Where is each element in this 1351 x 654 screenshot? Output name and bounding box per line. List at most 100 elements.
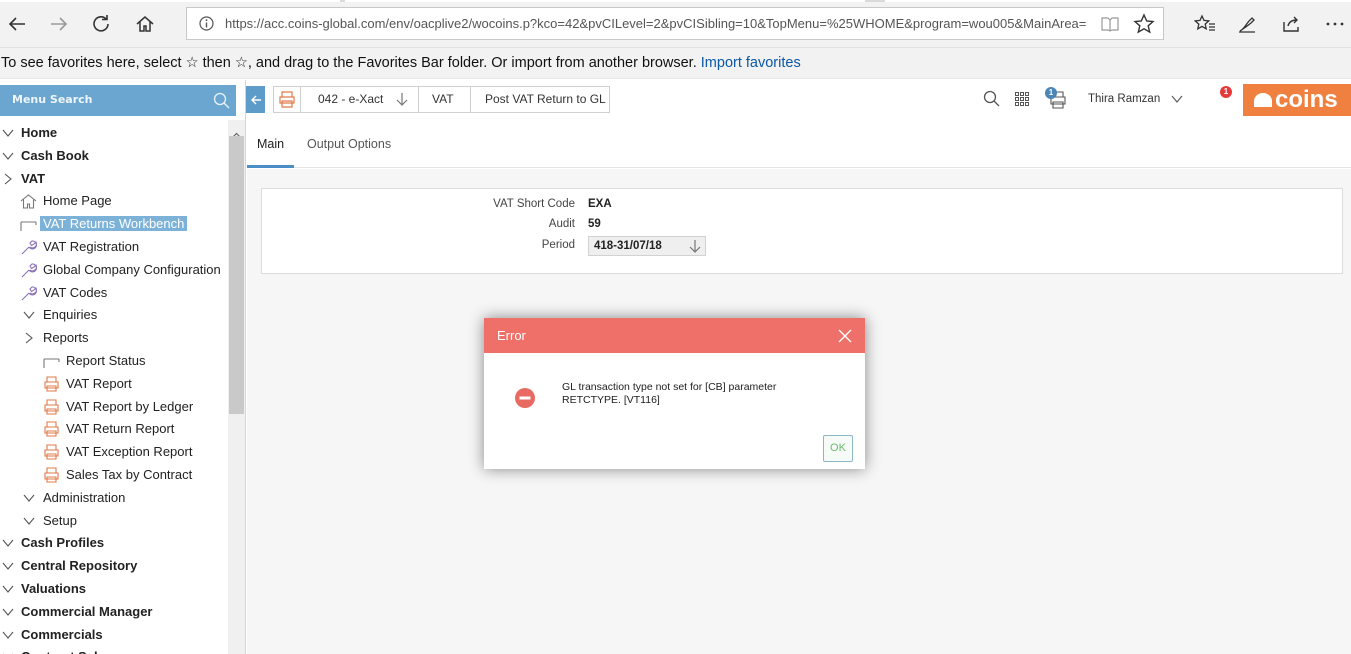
print-button[interactable]: [273, 86, 301, 113]
logo-text: coins: [1275, 86, 1338, 113]
reading-view-icon[interactable]: [1101, 15, 1119, 37]
printer-icon: [44, 421, 59, 437]
menu-item-vat-report-by-ledger[interactable]: VAT Report by Ledger: [0, 396, 228, 418]
chevron-down-icon: [23, 517, 35, 525]
breadcrumb-company-label: 042 - e-Xact: [318, 92, 384, 106]
wrench-icon: [21, 286, 37, 301]
sidebar: Menu Search Home Cash Book VAT Home Page: [0, 80, 246, 654]
collapse-menu-button[interactable]: [246, 86, 265, 113]
address-bar[interactable]: https://acc.coins-global.com/env/oacpliv…: [186, 7, 1164, 40]
search-icon[interactable]: [213, 92, 230, 113]
menu-item-commercials[interactable]: Commercials: [0, 624, 228, 646]
chevron-down-icon: [2, 631, 14, 639]
wrench-icon: [21, 240, 37, 255]
search-icon[interactable]: [983, 90, 1000, 111]
menu-item-label: Central Repository: [21, 558, 138, 573]
breadcrumb-company[interactable]: 042 - e-Xact: [301, 86, 419, 113]
menu-item-label: Sales Tax by Contract: [66, 467, 193, 482]
refresh-icon[interactable]: [86, 9, 116, 39]
favorites-bar: To see favorites here, select ☆ then ☆, …: [0, 48, 1351, 79]
menu-item-enquiries[interactable]: Enquiries: [0, 304, 228, 326]
ok-button[interactable]: OK: [823, 435, 853, 462]
menu-item-label: VAT Return Report: [66, 421, 175, 436]
error-icon: [515, 388, 535, 412]
close-icon[interactable]: [838, 328, 852, 347]
dialog-message-line: RETCTYPE. [VT116]: [562, 394, 660, 406]
menu-item-label: Reports: [43, 330, 89, 345]
share-icon[interactable]: [1276, 9, 1306, 39]
back-icon[interactable]: [2, 9, 32, 39]
menu-item-vat-returns-workbench[interactable]: VAT Returns Workbench: [0, 213, 228, 235]
logo-mark-icon: [1254, 93, 1272, 107]
home-icon[interactable]: [130, 9, 160, 39]
scrollbar-thumb[interactable]: [229, 136, 244, 414]
menu-item-valuations[interactable]: Valuations: [0, 578, 228, 600]
breadcrumb-module-label: VAT: [432, 92, 454, 106]
notification-badge[interactable]: 1: [1220, 86, 1232, 98]
menu-item-vat-return-report[interactable]: VAT Return Report: [0, 418, 228, 440]
menu-item-label: Setup: [43, 513, 77, 528]
menu-search[interactable]: Menu Search: [0, 85, 236, 116]
menu-item-cash-book[interactable]: Cash Book: [0, 145, 228, 167]
breadcrumb-module[interactable]: VAT: [419, 86, 471, 113]
menu-item-label: VAT Returns Workbench: [40, 216, 188, 231]
menu-item-label: Global Company Configuration: [43, 262, 221, 277]
menu-item-global-company-configuration[interactable]: Global Company Configuration: [0, 259, 228, 281]
favorite-star-icon[interactable]: [1133, 13, 1155, 39]
chevron-down-icon: [2, 608, 14, 616]
home-icon: [20, 194, 37, 209]
menu-item-label: Home Page: [43, 193, 112, 208]
page-icon: [20, 221, 37, 231]
menu-item-label: VAT Registration: [43, 239, 140, 254]
menu-item-label: Report Status: [66, 353, 146, 368]
tab-label: Main: [257, 137, 285, 151]
favorites-hub-icon[interactable]: [1190, 9, 1220, 39]
tab-output-options[interactable]: Output Options: [307, 124, 391, 168]
menu-item-vat-report[interactable]: VAT Report: [0, 373, 228, 395]
printer-icon: [44, 376, 59, 392]
menu-item-vat-exception-report[interactable]: VAT Exception Report: [0, 441, 228, 463]
arrow-down-icon: [689, 240, 701, 253]
audit-label: Audit: [548, 218, 575, 230]
dialog-message-line: GL transaction type not set for [CB] par…: [562, 381, 777, 393]
sidebar-scrollbar[interactable]: [228, 120, 245, 654]
menu-item-label: VAT Exception Report: [66, 444, 193, 459]
menu-item-vat-codes[interactable]: VAT Codes: [0, 282, 228, 304]
menu-item-setup[interactable]: Setup: [0, 510, 228, 532]
import-favorites-link[interactable]: Import favorites: [701, 55, 801, 71]
printer-icon: [44, 444, 59, 460]
menu-item-home[interactable]: Home: [0, 122, 228, 144]
chevron-right-icon: [25, 332, 33, 344]
menu-item-administration[interactable]: Administration: [0, 487, 228, 509]
dialog-message: GL transaction type not set for [CB] par…: [562, 381, 842, 407]
form-panel: VAT Short Code EXA Audit 59 Period 418-3…: [261, 188, 1343, 274]
menu-item-sales-tax-by-contract[interactable]: Sales Tax by Contract: [0, 464, 228, 486]
pen-icon[interactable]: [1232, 9, 1262, 39]
menu-item-commercial-manager[interactable]: Commercial Manager: [0, 601, 228, 623]
menu-item-label: Valuations: [21, 581, 87, 596]
menu-item-vat-registration[interactable]: VAT Registration: [0, 236, 228, 258]
forward-icon[interactable]: [44, 9, 74, 39]
chevron-down-icon: [2, 562, 14, 570]
more-icon[interactable]: [1320, 9, 1350, 39]
tab-label: Output Options: [307, 137, 392, 151]
chevron-right-icon: [4, 173, 12, 185]
url-text[interactable]: https://acc.coins-global.com/env/oacpliv…: [225, 16, 1093, 34]
apps-grid-icon[interactable]: [1015, 92, 1030, 111]
menu-item-label: Enquiries: [43, 307, 98, 322]
menu-item-cash-profiles[interactable]: Cash Profiles: [0, 532, 228, 554]
breadcrumb-page[interactable]: Post VAT Return to GL: [471, 86, 610, 113]
tab-main[interactable]: Main: [247, 124, 295, 168]
info-icon[interactable]: [199, 16, 214, 35]
period-select[interactable]: 418-31/07/18: [588, 236, 706, 256]
chevron-down-icon: [2, 152, 14, 160]
menu-item-label: Commercial Manager: [21, 604, 153, 619]
user-name: Thira Ramzan: [1088, 93, 1161, 105]
menu-item-home-page[interactable]: Home Page: [0, 190, 228, 212]
menu-item-vat[interactable]: VAT: [0, 168, 228, 190]
menu-item-central-repository[interactable]: Central Repository: [0, 555, 228, 577]
menu-item-report-status[interactable]: Report Status: [0, 350, 228, 372]
user-menu[interactable]: Thira Ramzan: [1088, 92, 1183, 105]
menu-item-contract-sales[interactable]: Contract Sales: [0, 646, 228, 654]
menu-item-reports[interactable]: Reports: [0, 327, 228, 349]
